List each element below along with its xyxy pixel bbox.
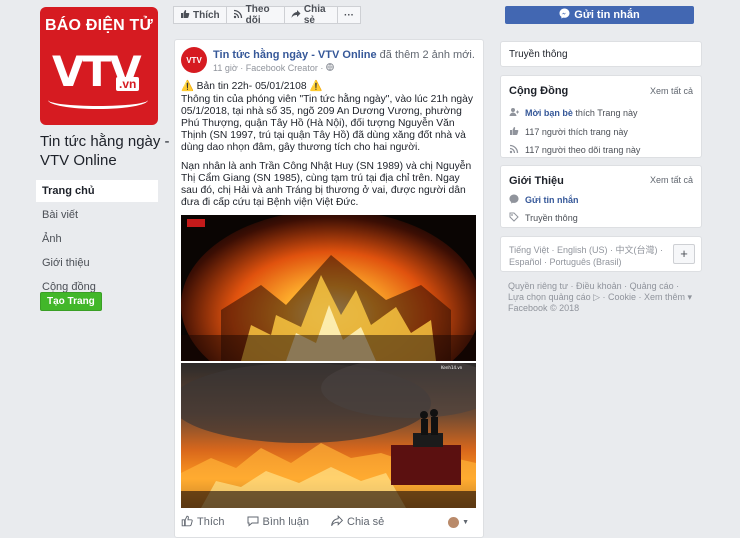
rss-icon (509, 144, 519, 156)
post-photo-2[interactable]: Kenh14.vn (181, 363, 476, 508)
share-arrow-icon (331, 514, 344, 530)
logo-text: BÁO ĐIỆN TỬ (45, 17, 153, 34)
footer-line-1[interactable]: Quyền riêng tư · Điều khoản · Quảng cáo … (508, 281, 698, 292)
post-share-button[interactable]: Chia sẻ (331, 514, 385, 530)
send-message-label: Gửi tin nhắn (574, 9, 640, 21)
ellipsis-icon: ··· (344, 9, 354, 21)
share-page-label: Chia sẻ (303, 4, 326, 26)
like-page-button[interactable]: Thích (173, 6, 227, 24)
post-share-label: Chia sẻ (347, 516, 385, 528)
comment-icon (247, 515, 259, 530)
post-author-link[interactable]: Tin tức hằng ngày - VTV Online (213, 49, 377, 61)
language-list: Tiếng Việt · English (US) · 中文(台灣) · Esp… (509, 244, 663, 268)
logo-swoosh (48, 91, 148, 109)
follows-count: 117 người theo dõi trang này (525, 145, 641, 155)
language-box: Tiếng Việt · English (US) · 中文(台灣) · Esp… (500, 236, 702, 272)
post-bulletin-line: ⚠️ Bản tin 22h- 05/01/2108 ⚠️ (181, 81, 323, 92)
page-action-bar: Thích Theo dõi Chia sẻ ··· (173, 4, 361, 26)
page-title[interactable]: Tin tức hằng ngày - VTV Online (40, 132, 170, 170)
post-text: ⚠️ Bản tin 22h- 05/01/2108 ⚠️ Thông tin … (181, 81, 475, 216)
messenger-icon (509, 194, 519, 206)
page-category[interactable]: Truyền thông (509, 49, 568, 60)
post-like-button[interactable]: Thích (181, 515, 225, 530)
about-message-row[interactable]: Gửi tin nhắn (509, 194, 579, 206)
page-title-line2: VTV Online (40, 152, 117, 169)
category-box: Truyền thông (500, 41, 702, 67)
post-author-avatar[interactable]: VTV (181, 47, 207, 73)
nav-item-about[interactable]: Giới thiệu (36, 252, 158, 274)
about-see-all-link[interactable]: Xem tất cả (650, 175, 693, 185)
share-arrow-icon (291, 9, 301, 22)
nav-item-posts[interactable]: Bài viết (36, 204, 158, 226)
create-page-button[interactable]: Tạo Trang (40, 292, 102, 311)
send-message-button[interactable]: Gửi tin nhắn (505, 6, 694, 24)
nav-item-home[interactable]: Trang chủ (36, 180, 158, 202)
chevron-down-icon: ▼ (462, 518, 469, 526)
page-nav: Trang chủ Bài viết Ảnh Giới thiệu Cộng đ… (36, 180, 158, 300)
post-creator[interactable]: Facebook Creator (246, 63, 318, 73)
post-audience-selector[interactable]: ▼ (448, 516, 469, 528)
invite-friends-row[interactable]: Mời bạn bè thích Trang này (509, 107, 637, 119)
footer-copyright: Facebook © 2018 (508, 303, 580, 313)
language-line-2[interactable]: Español · Português (Brasil) (509, 256, 663, 268)
thumbs-up-icon (181, 515, 193, 530)
share-page-button[interactable]: Chia sẻ (284, 4, 338, 26)
about-category-row[interactable]: Truyền thông (509, 212, 578, 224)
tag-icon (509, 212, 519, 224)
community-see-all-link[interactable]: Xem tất cả (650, 86, 693, 96)
svg-text:Kenh14.vn: Kenh14.vn (441, 365, 463, 370)
add-language-button[interactable]: + (673, 244, 695, 264)
community-box: Cộng Đồng Xem tất cả Mời bạn bè thích Tr… (500, 75, 702, 158)
page-title-line1: Tin tức hằng ngày - (40, 133, 170, 150)
follows-count-row: 117 người theo dõi trang này (509, 144, 640, 156)
user-avatar-icon (448, 516, 460, 528)
community-heading: Cộng Đồng (509, 85, 569, 97)
post-author-line: Tin tức hằng ngày - VTV Online đã thêm 2… (213, 49, 475, 61)
more-options-button[interactable]: ··· (338, 6, 361, 24)
logo-suffix: .vn (116, 77, 140, 91)
footer-links: Quyền riêng tư · Điều khoản · Quảng cáo … (508, 281, 698, 314)
post-paragraph-2: Nạn nhân là anh Trần Công Nhật Huy (SN 1… (181, 161, 472, 208)
about-heading: Giới Thiệu (509, 175, 564, 187)
like-page-label: Thích (193, 9, 220, 21)
invite-friends-link[interactable]: Mời bạn bè (525, 108, 573, 118)
post-like-label: Thích (197, 516, 225, 528)
thumbs-up-icon (509, 126, 519, 138)
about-category-link[interactable]: Truyền thông (525, 213, 578, 223)
post-options-icon[interactable]: ··· (456, 46, 471, 60)
rss-icon (233, 9, 243, 22)
post-photo-1[interactable] (181, 215, 476, 361)
post-timestamp[interactable]: 11 giờ (213, 63, 238, 73)
likes-count-row: 117 người thích trang này (509, 126, 628, 138)
nav-item-photos[interactable]: Ảnh (36, 228, 158, 250)
post-comment-button[interactable]: Bình luận (247, 515, 309, 530)
post-meta: 11 giờ · Facebook Creator · (213, 63, 334, 73)
post-meta-sep: · (320, 63, 324, 73)
about-send-message-link[interactable]: Gửi tin nhắn (525, 195, 579, 205)
footer-line-2[interactable]: Lựa chọn quảng cáo ▷ · Cookie · Xem thêm… (508, 292, 698, 303)
globe-icon (325, 63, 334, 73)
thumbs-up-icon (180, 9, 190, 22)
post-comment-label: Bình luận (262, 516, 309, 528)
post-meta-sep: · (240, 63, 244, 73)
language-line-1[interactable]: Tiếng Việt · English (US) · 中文(台灣) · (509, 244, 663, 256)
post-paragraph-1: Thông tin của phóng viên "Tin tức hằng n… (181, 94, 474, 153)
invite-icon (509, 107, 519, 119)
follow-page-button[interactable]: Theo dõi (226, 4, 285, 26)
invite-friends-text: thích Trang này (575, 108, 638, 118)
likes-count: 117 người thích trang này (525, 127, 628, 137)
messenger-icon (559, 8, 570, 22)
follow-page-label: Theo dõi (245, 4, 270, 26)
page-logo[interactable]: BÁO ĐIỆN TỬ VTV .vn (40, 7, 158, 125)
about-box: Giới Thiệu Xem tất cả Gửi tin nhắn Truyề… (500, 165, 702, 228)
post-action-bar: Thích Bình luận Chia sẻ ▼ (181, 514, 475, 530)
